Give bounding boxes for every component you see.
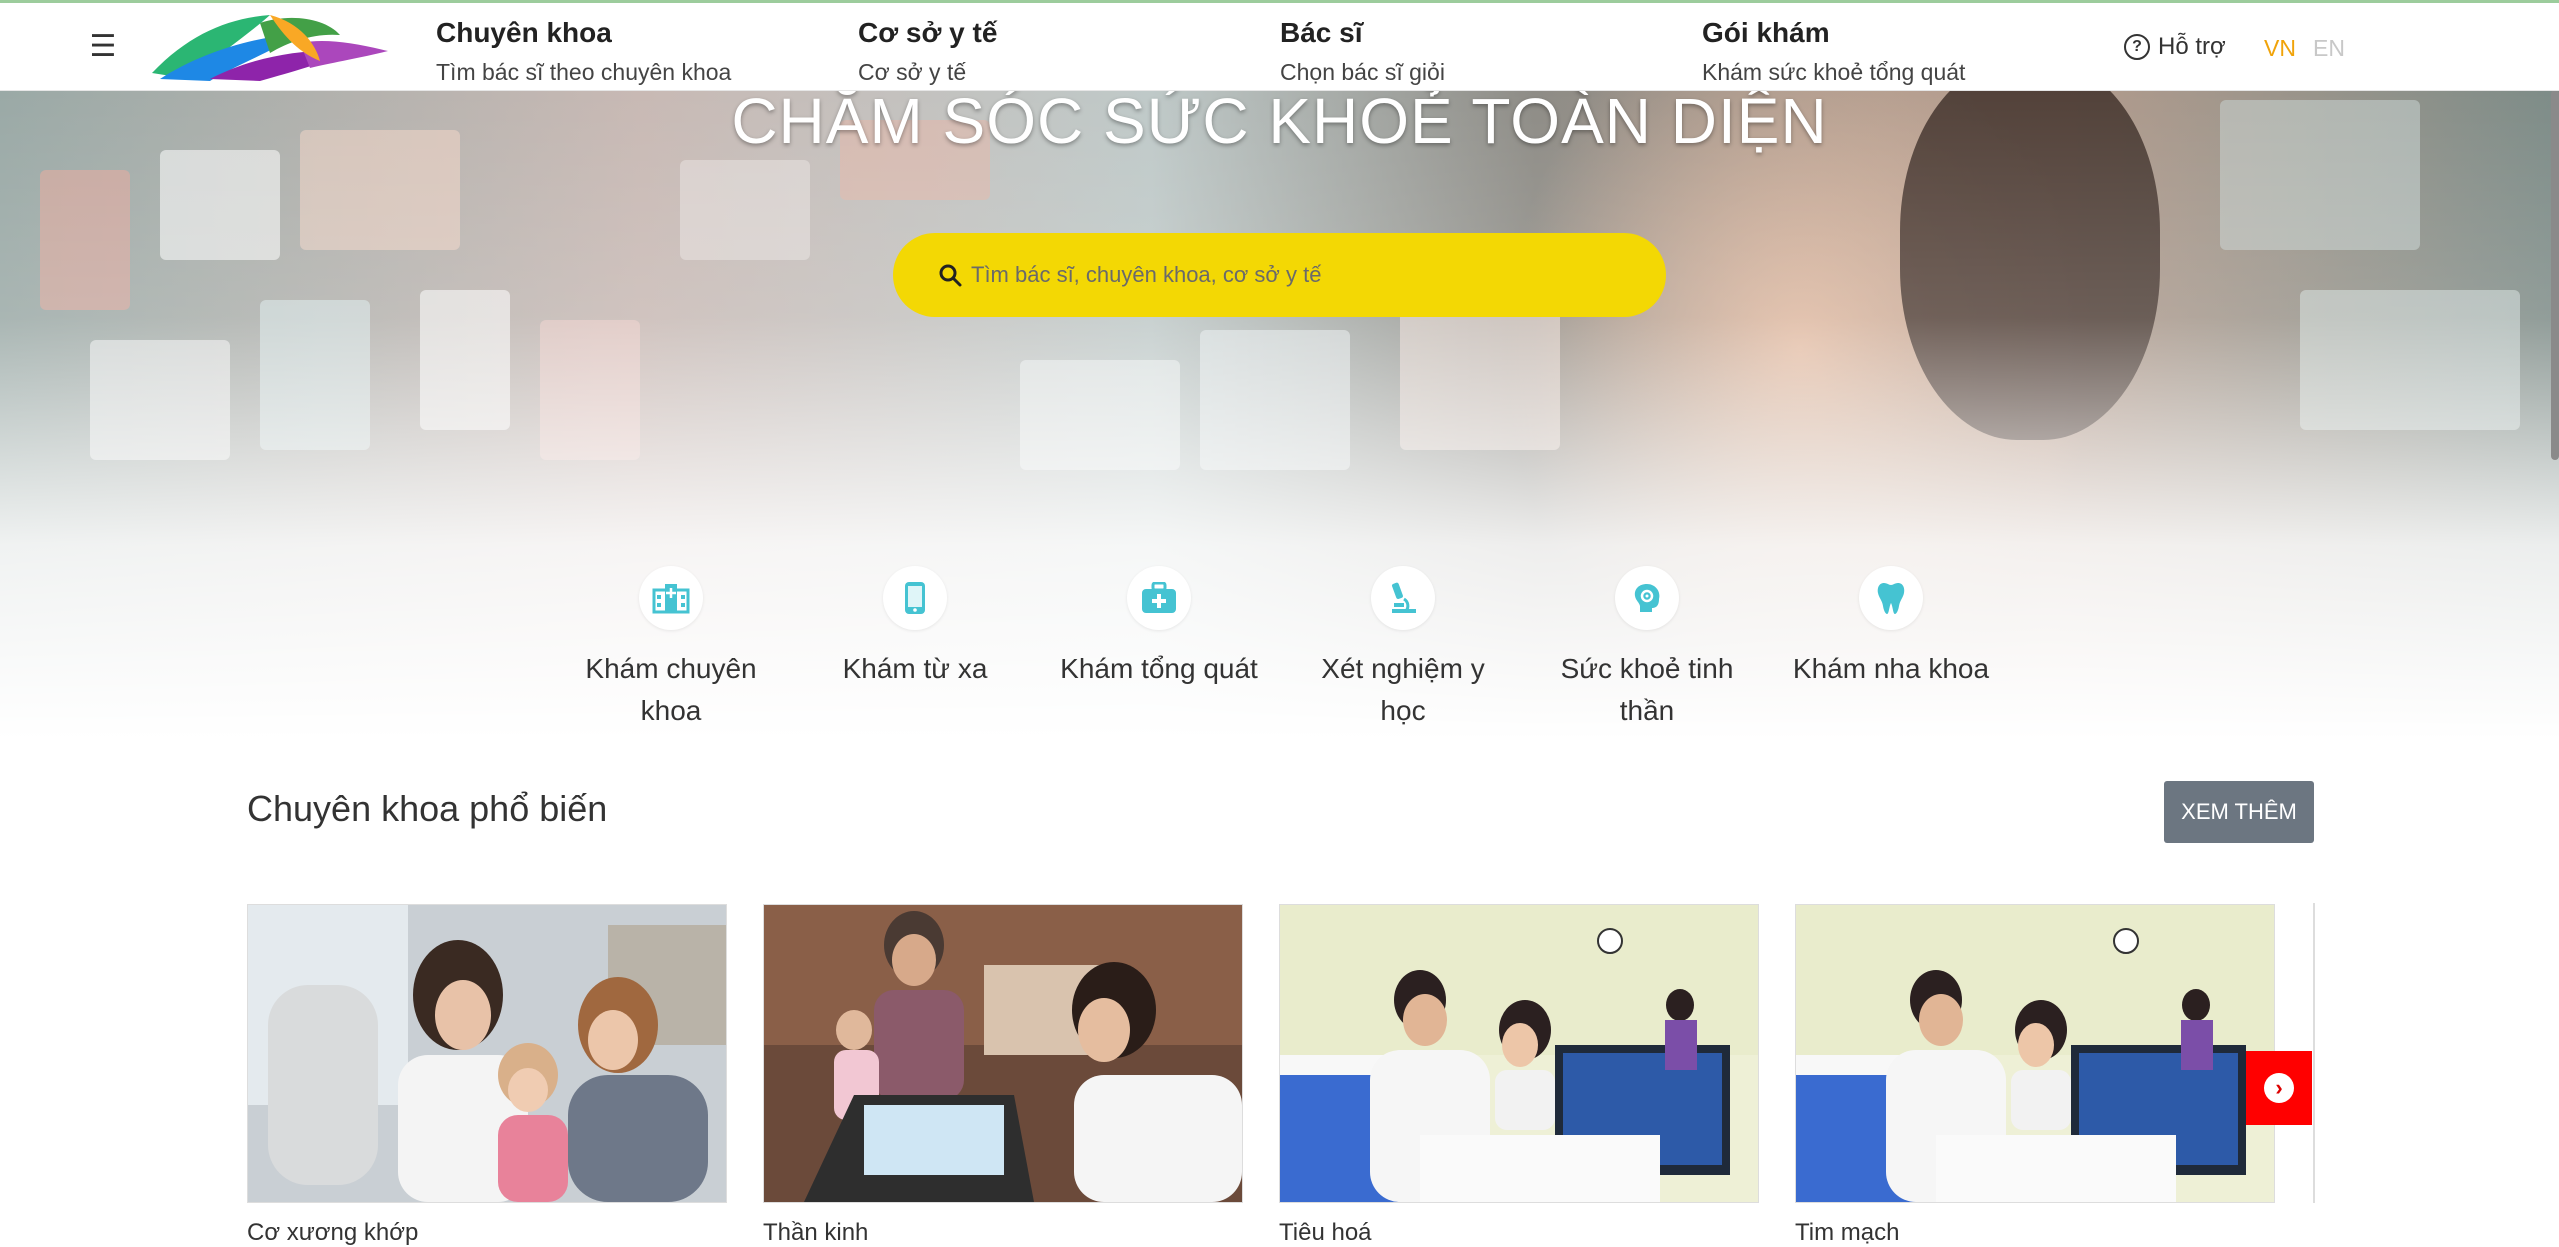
nav-subtitle: Tìm bác sĩ theo chuyên khoa [436, 59, 732, 85]
nav-subtitle: Cơ sở y tế [858, 59, 967, 85]
card-label: Tim mạch [1795, 1219, 1900, 1246]
hospital-icon [639, 566, 703, 630]
specialty-card[interactable] [763, 904, 1243, 1203]
section-title: Chuyên khoa phổ biến [247, 788, 608, 829]
nav-bac-si[interactable]: Bác sĩ Chọn bác sĩ giỏi [1280, 17, 1445, 86]
category-label: Khám chuyên khoa [585, 653, 757, 726]
carousel-edge [2313, 903, 2315, 1203]
nav-title: Bác sĩ [1280, 17, 1363, 48]
see-more-button[interactable]: XEM THÊM [2164, 781, 2314, 843]
nav-subtitle: Khám sức khoẻ tổng quát [1702, 59, 1966, 85]
card-label: Thần kinh [763, 1219, 869, 1246]
ent-examination-photo [1280, 905, 1758, 1202]
lang-en-button[interactable]: EN [2313, 35, 2345, 62]
tooth-icon [1859, 566, 1923, 630]
search-input[interactable] [969, 261, 1623, 289]
category-label: Khám tổng quát [1060, 653, 1258, 684]
nav-title: Gói khám [1702, 17, 1830, 48]
category-label: Khám nha khoa [1792, 653, 1990, 684]
nav-subtitle: Chọn bác sĩ giỏi [1280, 59, 1445, 85]
microscope-icon [1371, 566, 1435, 630]
category-xet-nghiem-y-hoc[interactable]: Xét nghiệm y học [1303, 566, 1503, 732]
category-kham-chuyen-khoa[interactable]: Khám chuyên khoa [571, 566, 771, 732]
nav-title: Chuyên khoa [436, 17, 612, 48]
category-label: Khám từ xa [842, 653, 988, 684]
nav-title: Cơ sở y tế [858, 17, 998, 48]
ent-examination-photo [1796, 905, 2274, 1202]
category-label: Xét nghiệm y học [1321, 653, 1485, 726]
brain-icon [1615, 566, 1679, 630]
header: ☰ Chuyên khoa Tìm bác sĩ theo chuyên kho… [0, 3, 2559, 91]
online-consultation-photo [764, 905, 1242, 1202]
doctor-with-child-photo [248, 905, 726, 1202]
category-kham-nha-khoa[interactable]: Khám nha khoa [1791, 566, 1991, 690]
specialty-card[interactable] [1279, 904, 1759, 1203]
specialty-card[interactable] [247, 904, 727, 1203]
hamburger-icon[interactable]: ☰ [88, 29, 118, 64]
page-scrollbar[interactable] [2551, 90, 2559, 460]
lang-vn-button[interactable]: VN [2264, 35, 2296, 62]
search-icon [939, 264, 962, 287]
nav-co-so-y-te[interactable]: Cơ sở y tế Cơ sở y tế [858, 17, 997, 86]
chevron-right-icon: › [2264, 1073, 2294, 1103]
nav-goi-kham[interactable]: Gói khám Khám sức khoẻ tổng quát [1702, 17, 1965, 86]
question-circle-icon: ? [2124, 34, 2150, 60]
category-kham-tu-xa[interactable]: Khám từ xa [815, 566, 1015, 690]
category-suc-khoe-tinh-than[interactable]: Sức khoẻ tinh thần [1547, 566, 1747, 732]
medical-kit-icon [1127, 566, 1191, 630]
bookingcare-logo-icon[interactable] [150, 13, 390, 81]
support-label: Hỗ trợ [2158, 33, 2226, 60]
hero-banner: CHĂM SÓC SỨC KHOẺ TOÀN DIỆN Khám chuyên … [0, 90, 2559, 740]
search-bar[interactable] [893, 233, 1666, 317]
mobile-phone-icon [883, 566, 947, 630]
carousel-next-button[interactable]: › [2246, 1051, 2312, 1125]
category-kham-tong-quat[interactable]: Khám tổng quát [1059, 566, 1259, 690]
card-label: Tiêu hoá [1279, 1219, 1372, 1246]
card-label: Cơ xương khớp [247, 1219, 419, 1246]
nav-chuyen-khoa[interactable]: Chuyên khoa Tìm bác sĩ theo chuyên khoa [436, 17, 731, 86]
specialty-card[interactable] [1795, 904, 2275, 1203]
support-link[interactable]: ? Hỗ trợ [2124, 33, 2226, 61]
hero-title: CHĂM SÓC SỨC KHOẺ TOÀN DIỆN [731, 90, 1828, 157]
category-label: Sức khoẻ tinh thần [1560, 653, 1734, 726]
